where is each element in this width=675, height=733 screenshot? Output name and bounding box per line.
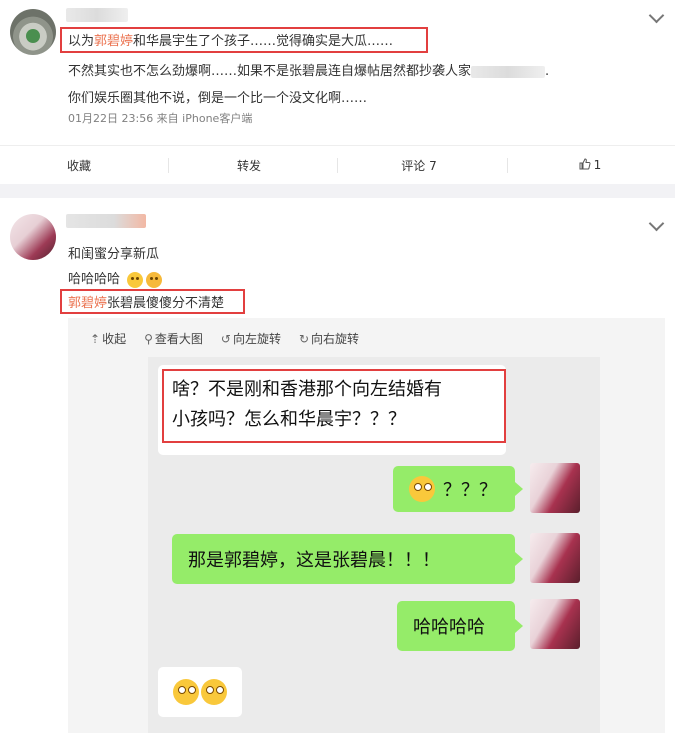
bubble-tail xyxy=(515,482,523,496)
repost-button[interactable]: 转发 xyxy=(170,146,328,184)
chat-avatar xyxy=(530,599,580,649)
mention-link[interactable]: 郭碧婷 xyxy=(94,34,133,49)
rotate-left-icon: ↺ xyxy=(220,331,231,346)
arrow-up-icon: ⇡ xyxy=(90,331,101,346)
chat-message-text: 哈哈哈哈 xyxy=(413,617,485,638)
text-segment: 和华晨宇生了个孩子……觉得确实是大瓜…… xyxy=(133,34,394,49)
post-text-line3: 你们娱乐圈其他不说，倒是一个比一个没文化啊…… xyxy=(68,91,368,106)
comment-label: 评论 7 xyxy=(401,158,437,173)
comment-button[interactable]: 评论 7 xyxy=(340,146,498,184)
rotate-right-icon: ↻ xyxy=(298,331,310,346)
post-meta[interactable]: 01月22日 23:56 来自 iPhone客户端 xyxy=(68,110,252,126)
grin-emoji-icon xyxy=(146,271,163,288)
post-text-line2: 哈哈哈哈 xyxy=(68,268,163,288)
unamused-emoji-icon xyxy=(201,679,227,705)
avatar[interactable] xyxy=(10,214,56,260)
chevron-down-icon[interactable] xyxy=(648,7,665,24)
text-segment: 张碧晨傻傻分不清楚 xyxy=(107,296,225,311)
magnifier-icon: ⚲ xyxy=(144,331,153,346)
bubble-tail xyxy=(515,619,523,633)
chat-avatar xyxy=(530,463,580,513)
post-text-line3: 郭碧婷张碧晨傻傻分不清楚 xyxy=(68,292,224,311)
chat-bubble-outgoing: ？？？ xyxy=(393,466,515,512)
view-large-label: 查看大图 xyxy=(154,332,203,346)
action-bar: 收藏 转发 评论 7 1 xyxy=(0,145,675,185)
text-segment: . xyxy=(545,64,550,79)
avatar[interactable] xyxy=(10,9,56,55)
rotate-right-label: 向右旋转 xyxy=(311,332,360,346)
blurred-text xyxy=(471,65,546,78)
like-button[interactable]: 1 xyxy=(510,146,670,184)
image-toolbar: ⇡ 收起 ⚲ 查看大图 ↺ 向左旋转 ↻ 向右旋转 xyxy=(90,330,359,347)
divider xyxy=(168,158,169,173)
text-segment: 不然其实也不怎么劲爆啊……如果不是张碧晨连自爆帖居然都抄袭人家 xyxy=(68,64,472,79)
laughing-emoji-icon xyxy=(127,271,144,288)
mention-link[interactable]: 郭碧婷 xyxy=(68,296,107,311)
text-segment: 以为 xyxy=(68,34,95,49)
chat-bubble-outgoing: 那是郭碧婷，这是张碧晨！！！ xyxy=(172,534,515,584)
divider xyxy=(337,158,338,173)
username-blurred[interactable] xyxy=(66,8,128,22)
username-blurred[interactable] xyxy=(66,214,146,228)
chat-avatar xyxy=(530,533,580,583)
post-text-line1: 以为郭碧婷和华晨宇生了个孩子……觉得确实是大瓜…… xyxy=(68,30,393,49)
chat-message-text: ？？？ xyxy=(443,480,497,501)
flushed-emoji-icon xyxy=(409,476,435,502)
thumb-up-icon xyxy=(579,157,591,173)
view-large-button[interactable]: ⚲ 查看大图 xyxy=(144,330,203,347)
collapse-label: 收起 xyxy=(102,332,127,346)
divider xyxy=(507,158,508,173)
favorite-label: 收藏 xyxy=(66,158,91,173)
post-text-line1: 和闺蜜分享新瓜 xyxy=(68,247,160,262)
post-text-line2: 不然其实也不怎么劲爆啊……如果不是张碧晨连自爆帖居然都抄袭人家. xyxy=(68,60,549,79)
repost-label: 转发 xyxy=(236,158,261,173)
chat-message-text: 啥？不是刚和香港那个向左结婚有 小孩吗？怎么和华晨宇？？？ xyxy=(172,375,442,435)
rotate-left-label: 向左旋转 xyxy=(232,332,281,346)
favorite-button[interactable]: 收藏 xyxy=(0,146,158,184)
rotate-left-button[interactable]: ↺ 向左旋转 xyxy=(221,330,281,347)
dizzy-emoji-icon xyxy=(173,679,199,705)
chat-message-text: 那是郭碧婷，这是张碧晨！！！ xyxy=(188,550,440,571)
text-segment: 哈哈哈哈 xyxy=(68,272,121,287)
chevron-down-icon[interactable] xyxy=(648,215,665,232)
feed-separator xyxy=(0,184,675,198)
like-count: 1 xyxy=(593,158,602,172)
chat-bubble-outgoing: 哈哈哈哈 xyxy=(397,601,515,651)
bubble-tail xyxy=(515,552,523,566)
chat-bubble-incoming xyxy=(158,667,242,717)
chat-line: 啥？不是刚和香港那个向左结婚有 xyxy=(172,379,442,400)
chat-line: 小孩吗？怎么和华晨宇？？？ xyxy=(172,409,406,430)
rotate-right-button[interactable]: ↻ 向右旋转 xyxy=(299,330,359,347)
collapse-button[interactable]: ⇡ 收起 xyxy=(90,330,126,347)
